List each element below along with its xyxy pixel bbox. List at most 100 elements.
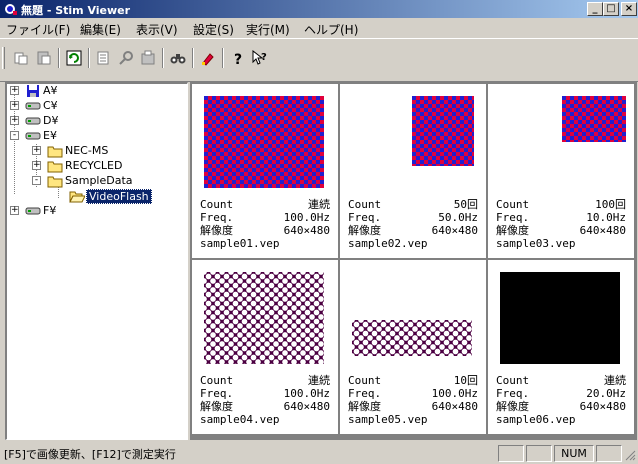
paste-button[interactable] xyxy=(33,47,55,69)
paint-button[interactable] xyxy=(197,47,219,69)
list-view-button[interactable] xyxy=(93,47,115,69)
properties-button[interactable] xyxy=(137,47,159,69)
resolution-label: 解像度 xyxy=(200,400,233,413)
tree-item-label: NEC-MS xyxy=(65,144,109,157)
status-bar: [F5]で画像更新、[F12]で測定実行 NUM xyxy=(0,442,638,464)
resolution-label: 解像度 xyxy=(496,400,529,413)
collapse-icon[interactable]: - xyxy=(10,131,19,140)
svg-text:?: ? xyxy=(234,52,242,66)
resize-grip-icon[interactable] xyxy=(624,449,636,461)
close-button[interactable]: × xyxy=(621,2,637,16)
resolution-label: 解像度 xyxy=(348,224,381,237)
menu-view[interactable]: 表示(V) xyxy=(136,21,178,38)
expand-icon[interactable]: + xyxy=(32,146,41,155)
open-folder-icon xyxy=(69,191,85,203)
maximize-button[interactable]: □ xyxy=(603,2,619,16)
resolution-label: 解像度 xyxy=(200,224,233,237)
tree-item-label: D¥ xyxy=(43,114,59,127)
status-panel xyxy=(526,445,552,462)
cut-button[interactable] xyxy=(10,47,32,69)
title-bar[interactable]: 無題 - Stim Viewer _ □ × xyxy=(0,0,638,18)
stimulus-tile[interactable]: Count 連続 Freq. 100.0Hz 解像度 640×480 sample01… xyxy=(192,84,338,258)
resolution-value: 640×480 xyxy=(283,400,330,413)
tree-item-e-drive[interactable]: - E¥ xyxy=(7,129,187,143)
count-value: 10回 xyxy=(453,374,478,387)
freq-label: Freq. xyxy=(348,211,382,224)
stimulus-info: Count 100回 Freq. 10.0Hz 解像度 640×480 sample0… xyxy=(496,198,626,250)
folder-icon xyxy=(47,146,63,158)
count-label: Count xyxy=(200,374,234,387)
refresh-button[interactable] xyxy=(63,47,85,69)
toolbar-separator xyxy=(162,48,164,68)
tree-item-sampledata[interactable]: - SampleData xyxy=(7,174,187,188)
stimulus-tile[interactable]: Count 50回 Freq. 50.0Hz 解像度 640×480 sample02… xyxy=(340,84,486,258)
help-button[interactable]: ? xyxy=(227,47,249,69)
count-value: 連続 xyxy=(308,198,330,211)
binoculars-icon xyxy=(170,54,186,64)
window-title: 無題 - Stim Viewer xyxy=(21,4,131,17)
freq-label: Freq. xyxy=(200,387,234,400)
context-help-button[interactable]: ? xyxy=(249,47,271,69)
menu-edit[interactable]: 編集(E) xyxy=(80,21,121,38)
stimulus-tile[interactable]: Count 連続 Freq. 100.0Hz 解像度 640×480 sample04… xyxy=(192,260,338,434)
hard-drive-icon xyxy=(25,207,41,215)
folder-tree[interactable]: + A¥ + C¥ + D¥ - E¥ + NEC-MS + RECYCLED … xyxy=(5,82,188,440)
black-screen-preview xyxy=(500,272,620,364)
paint-icon xyxy=(202,53,214,66)
stimulus-tile[interactable]: Count 連続 Freq. 20.0Hz 解像度 640×480 sample06.… xyxy=(488,260,634,434)
resolution-value: 640×480 xyxy=(431,224,478,237)
file-name: sample03.vep xyxy=(496,237,576,250)
tree-item-label: RECYCLED xyxy=(65,159,123,172)
status-message: [F5]で画像更新、[F12]で測定実行 xyxy=(4,448,176,461)
freq-value: 50.0Hz xyxy=(438,211,478,224)
menu-settings[interactable]: 設定(S) xyxy=(193,21,234,38)
freq-label: Freq. xyxy=(496,211,530,224)
menu-bar: ファイル(F) 編集(E) 表示(V) 設定(S) 実行(M) ヘルプ(H) xyxy=(0,18,638,38)
tree-item-recycled[interactable]: + RECYCLED xyxy=(7,159,187,173)
binoculars-button[interactable] xyxy=(167,47,189,69)
count-value: 連続 xyxy=(308,374,330,387)
hard-drive-icon xyxy=(25,117,41,125)
help-icon: ? xyxy=(234,52,242,66)
menu-help[interactable]: ヘルプ(H) xyxy=(304,21,358,38)
find-button[interactable] xyxy=(115,47,137,69)
file-name: sample06.vep xyxy=(496,413,576,426)
count-label: Count xyxy=(348,374,382,387)
tree-item-f-drive[interactable]: + F¥ xyxy=(7,204,187,218)
stimulus-tile[interactable]: Count 10回 Freq. 100.0Hz 解像度 640×480 sample0… xyxy=(340,260,486,434)
menu-run[interactable]: 実行(M) xyxy=(246,21,290,38)
collapse-icon[interactable]: - xyxy=(32,176,41,185)
tree-item-nec-ms[interactable]: + NEC-MS xyxy=(7,144,187,158)
tree-item-a-drive[interactable]: + A¥ xyxy=(7,84,187,98)
toolbar-grip[interactable] xyxy=(2,47,5,69)
app-icon[interactable] xyxy=(3,2,17,16)
tree-item-label: F¥ xyxy=(43,204,57,217)
freq-value: 100.0Hz xyxy=(283,211,330,224)
tree-item-d-drive[interactable]: + D¥ xyxy=(7,114,187,128)
list-view-icon xyxy=(97,51,109,65)
tree-item-videoflash[interactable]: VideoFlash xyxy=(7,189,187,204)
checkerboard-preview xyxy=(562,96,626,142)
minimize-button[interactable]: _ xyxy=(587,2,603,16)
hard-drive-icon xyxy=(25,102,41,110)
expand-icon[interactable]: + xyxy=(32,161,41,170)
tree-item-c-drive[interactable]: + C¥ xyxy=(7,99,187,113)
expand-icon[interactable]: + xyxy=(10,86,19,95)
status-panel xyxy=(498,445,524,462)
floppy-drive-icon xyxy=(27,85,39,97)
freq-value: 20.0Hz xyxy=(586,387,626,400)
checkerboard-preview xyxy=(204,96,324,188)
resolution-value: 640×480 xyxy=(579,224,626,237)
stimulus-tile[interactable]: Count 100回 Freq. 10.0Hz 解像度 640×480 sample0… xyxy=(488,84,634,258)
resolution-value: 640×480 xyxy=(283,224,330,237)
expand-icon[interactable]: + xyxy=(10,116,19,125)
checkerboard-preview xyxy=(412,96,474,166)
count-label: Count xyxy=(496,374,530,387)
context-help-icon: ? xyxy=(252,50,267,65)
expand-icon[interactable]: + xyxy=(10,101,19,110)
resolution-value: 640×480 xyxy=(579,400,626,413)
tree-item-label: SampleData xyxy=(65,174,133,187)
menu-file[interactable]: ファイル(F) xyxy=(6,21,70,38)
expand-icon[interactable]: + xyxy=(10,206,19,215)
hard-drive-icon xyxy=(25,132,41,140)
